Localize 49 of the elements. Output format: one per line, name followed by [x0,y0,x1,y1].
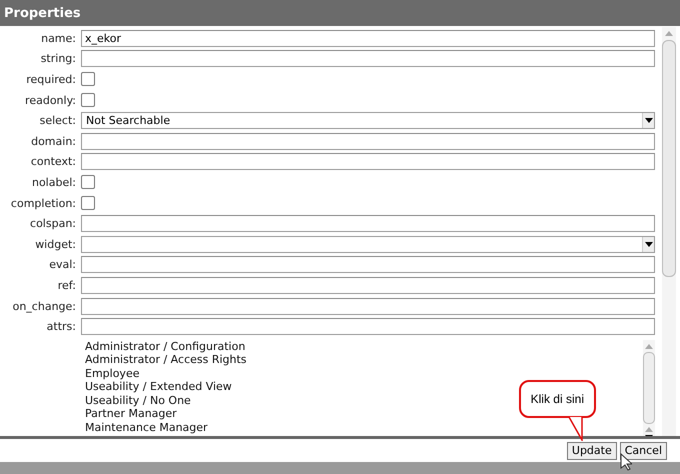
dropdown-arrow-icon [644,118,652,124]
field-label: colspan: [29,217,77,230]
checkbox[interactable] [81,72,95,86]
text-field[interactable] [81,153,655,170]
text-field[interactable] [81,298,655,315]
dropdown[interactable] [81,236,655,253]
list-item[interactable]: Useability / No One [85,394,191,408]
list-item[interactable]: Employee [85,366,140,380]
text-field[interactable] [81,215,655,232]
field-label: required: [25,72,77,86]
scrollbar[interactable] [662,27,676,436]
callout-bubble: Klik di sini [518,380,596,418]
mouse-pointer-icon [620,453,632,471]
window-title: Properties [4,6,81,20]
dialog-button[interactable]: Update [566,442,617,460]
list-item[interactable]: Administrator / Configuration [85,340,246,354]
callout-pointer [568,417,586,441]
text-field[interactable] [81,256,655,274]
field-label: eval: [48,258,77,272]
list-item[interactable]: Partner Manager [85,407,177,421]
field-label: name: [40,32,77,45]
field-label: attrs: [46,320,77,334]
field-label: string: [40,52,77,66]
list-item[interactable]: Administrator / Access Rights [85,353,247,367]
checkbox[interactable] [81,196,95,210]
text-field[interactable]: x_ekor [81,30,655,47]
list-item[interactable]: Useability / Extended View [85,380,232,394]
text-field[interactable] [81,276,655,294]
text-field[interactable] [81,318,655,336]
field-label: nolabel: [30,176,77,189]
field-label: completion: [10,196,77,210]
field-label: on_change: [12,300,77,313]
text-field[interactable] [81,50,655,68]
list-item[interactable]: Maintenance Manager [85,420,208,434]
scroll-up-arrow-icon[interactable] [645,344,653,349]
dropdown[interactable]: Not Searchable [81,112,655,130]
field-label: ref: [56,278,77,292]
checkbox[interactable] [81,93,95,108]
field-label: readonly: [24,94,77,107]
field-label: context: [30,155,77,168]
scroll-up-arrow-icon[interactable] [665,31,673,36]
dropdown-arrow-icon [644,242,652,247]
checkbox[interactable] [81,175,95,190]
field-label: domain: [30,134,77,148]
field-label: widget: [34,238,77,251]
list-scrollbar[interactable] [643,340,655,436]
dialog-button[interactable]: Cancel [620,442,667,460]
text-field[interactable] [81,132,655,150]
field-label: select: [38,114,77,128]
